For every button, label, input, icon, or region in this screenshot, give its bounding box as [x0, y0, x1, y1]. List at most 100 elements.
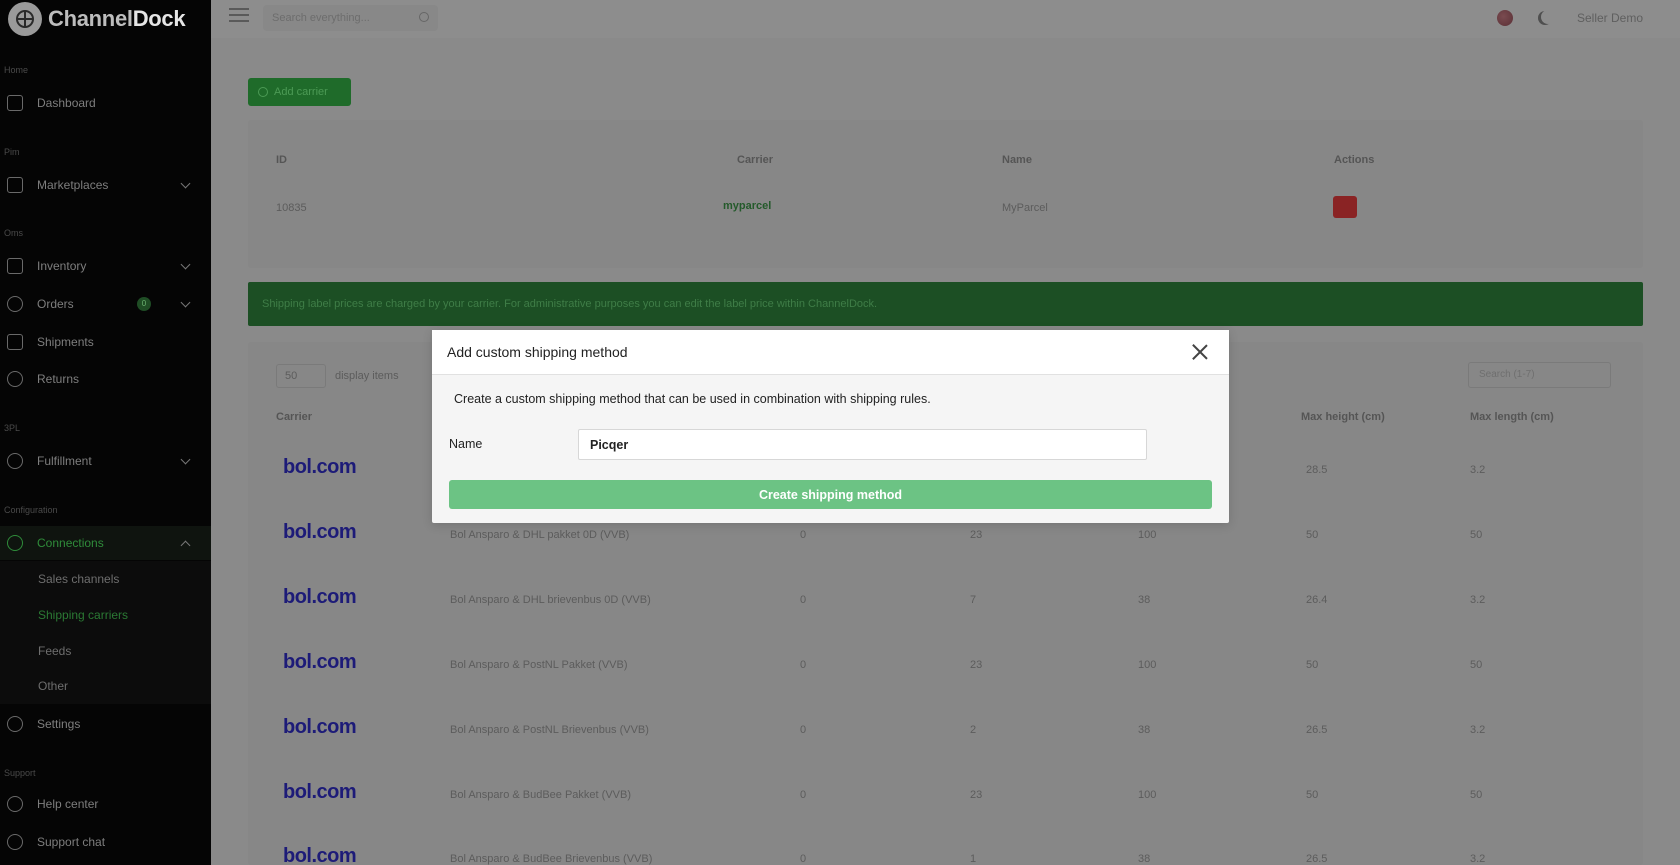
bol-logo: bol.com	[283, 845, 357, 865]
table-cell: 26.4	[1306, 594, 1328, 606]
search-icon	[419, 12, 429, 22]
plus-icon	[258, 87, 268, 97]
myparcel-logo: myparcel	[723, 200, 772, 212]
sidebar-item-label: Help center	[37, 797, 99, 811]
table-cell: 100	[1138, 529, 1157, 541]
bol-logo: bol.com	[283, 521, 357, 543]
sidebar-item-help-center[interactable]: Help center	[0, 787, 211, 821]
add-carrier-button[interactable]: Add carrier	[248, 78, 351, 106]
sidebar-item-label: Settings	[37, 717, 81, 731]
table-cell: 38	[1138, 853, 1151, 865]
table-cell: 0	[800, 724, 807, 736]
sidebar-item-label: Returns	[37, 372, 80, 386]
table-cell: 50	[1306, 659, 1319, 671]
delete-carrier-button[interactable]	[1333, 196, 1357, 218]
chevron-down-icon	[180, 259, 191, 270]
section-label-oms: Oms	[4, 228, 23, 238]
logo-text: ChannelDock	[48, 6, 186, 31]
table-cell: Bol Ansparo & BudBee Pakket (VVB)	[450, 789, 631, 801]
column-header: Carrier	[276, 411, 313, 423]
table-search-input[interactable]: Search (1-7)	[1468, 362, 1611, 388]
section-label-support: Support	[4, 768, 36, 778]
chevron-down-icon	[180, 178, 191, 189]
box-icon	[7, 258, 23, 274]
dark-mode-icon[interactable]	[1541, 10, 1555, 24]
table-cell: Bol Ansparo & DHL brievenbus 0D (VVB)	[450, 594, 651, 606]
chevron-up-icon	[180, 540, 191, 551]
sidebar-item-fulfillment[interactable]: Fulfillment	[0, 444, 211, 478]
sidebar-item-inventory[interactable]: Inventory	[0, 249, 211, 283]
section-label-pim: Pim	[4, 147, 20, 157]
table-cell: 2	[970, 724, 977, 736]
table-cell: 50	[1470, 529, 1483, 541]
menu-toggle-icon[interactable]	[229, 8, 249, 26]
sidebar-subitem-feeds[interactable]: Feeds	[0, 633, 211, 669]
orders-icon	[7, 296, 23, 312]
logo-icon	[8, 2, 42, 36]
table-cell: 50	[1306, 529, 1319, 541]
global-search-input[interactable]: Search everything...	[263, 5, 438, 31]
bol-logo: bol.com	[283, 456, 357, 478]
sidebar-item-dashboard[interactable]: Dashboard	[0, 86, 211, 120]
table-cell: 0	[800, 853, 807, 865]
modal-title: Add custom shipping method	[447, 344, 628, 360]
sidebar-item-shipments[interactable]: Shipments	[0, 325, 211, 359]
return-icon	[7, 371, 23, 387]
table-cell: 1	[970, 853, 977, 865]
sidebar-subitem-sales-channels[interactable]: Sales channels	[0, 561, 211, 597]
table-cell: 26.5	[1306, 853, 1328, 865]
section-label-configuration: Configuration	[4, 505, 58, 515]
user-menu[interactable]: Seller Demo	[1577, 11, 1643, 25]
sidebar-item-label: Inventory	[37, 259, 87, 273]
table-cell: 50	[1470, 789, 1483, 801]
add-carrier-label: Add carrier	[274, 86, 328, 98]
sidebar-item-orders[interactable]: Orders 0	[0, 287, 211, 321]
create-shipping-method-button[interactable]: Create shipping method	[449, 480, 1212, 509]
truck-icon	[7, 334, 23, 350]
table-cell: 3.2	[1470, 853, 1486, 865]
section-label-3pl: 3PL	[4, 423, 21, 433]
table-cell: Bol Ansparo & BudBee Brievenbus (VVB)	[450, 853, 653, 865]
carrier-id: 10835	[276, 202, 307, 214]
channeldock-logo[interactable]: ChannelDock	[8, 0, 186, 38]
table-cell: 100	[1138, 659, 1157, 671]
chevron-down-icon	[180, 297, 191, 308]
calendar-icon	[7, 95, 23, 111]
sidebar-item-marketplaces[interactable]: Marketplaces	[0, 168, 211, 202]
column-header: ID	[276, 154, 287, 166]
table-cell: Bol Ansparo & PostNL Brievenbus (VVB)	[450, 724, 649, 736]
table-cell: 3.2	[1470, 464, 1486, 476]
table-cell: 23	[970, 529, 983, 541]
column-header: Name	[1002, 154, 1032, 166]
bol-logo: bol.com	[283, 651, 357, 673]
table-cell: 7	[970, 594, 977, 606]
per-page-select[interactable]: 50	[276, 364, 326, 388]
warehouse-icon	[7, 453, 23, 469]
table-cell: Bol Ansparo & DHL pakket 0D (VVB)	[450, 529, 630, 541]
add-shipping-method-modal: Add custom shipping method Create a cust…	[432, 330, 1229, 523]
sidebar-item-label: Fulfillment	[37, 454, 92, 468]
table-cell: 0	[800, 529, 807, 541]
sidebar-subitem-other[interactable]: Other	[0, 668, 211, 704]
cart-icon	[7, 177, 23, 193]
sidebar-item-label: Dashboard	[37, 96, 96, 110]
sidebar-subitem-shipping-carriers[interactable]: Shipping carriers	[0, 597, 211, 633]
table-cell: 38	[1138, 594, 1151, 606]
sidebar-item-connections[interactable]: Connections	[0, 526, 211, 560]
table-cell: 23	[970, 659, 983, 671]
help-icon	[7, 796, 23, 812]
table-cell: 0	[800, 659, 807, 671]
sidebar-item-returns[interactable]: Returns	[0, 362, 211, 396]
gear-icon	[7, 716, 23, 732]
sidebar-item-support-chat[interactable]: Support chat	[0, 825, 211, 859]
name-input[interactable]	[578, 429, 1147, 460]
column-header: Max length (cm)	[1470, 411, 1554, 423]
table-cell: 100	[1138, 789, 1157, 801]
topbar: Search everything... Seller Demo	[211, 0, 1680, 38]
table-cell: 50	[1470, 659, 1483, 671]
info-alert: Shipping label prices are charged by you…	[248, 282, 1643, 326]
language-flag-icon[interactable]	[1497, 10, 1513, 26]
table-cell: 26.5	[1306, 724, 1328, 736]
sidebar-item-settings[interactable]: Settings	[0, 707, 211, 741]
close-icon[interactable]	[1191, 343, 1209, 361]
